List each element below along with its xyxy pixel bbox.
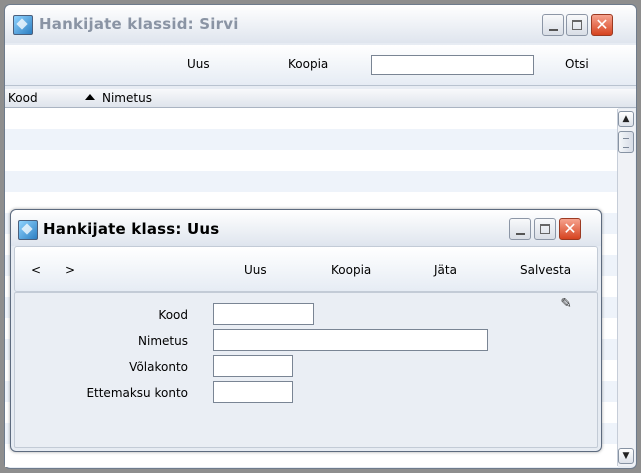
prepayment-account-label: Ettemaksu konto bbox=[86, 386, 188, 400]
app-window-icon bbox=[18, 220, 38, 240]
close-icon: ✕ bbox=[595, 15, 609, 34]
browse-window-titlebar[interactable]: Hankijate klassid: Sirvi ✕ bbox=[5, 5, 636, 43]
scroll-down-icon[interactable]: ▼ bbox=[618, 448, 634, 464]
list-row[interactable] bbox=[5, 171, 618, 192]
dialog-close-button[interactable]: ✕ bbox=[559, 218, 581, 240]
maximize-button[interactable] bbox=[566, 14, 588, 36]
maximize-icon bbox=[540, 224, 550, 234]
dialog-titlebar[interactable]: Hankijate klass: Uus ✕ bbox=[11, 210, 601, 246]
column-name[interactable]: Nimetus bbox=[102, 91, 152, 105]
scroll-thumb[interactable] bbox=[618, 131, 634, 153]
next-record-button[interactable]: > bbox=[65, 263, 75, 277]
dialog-title: Hankijate klass: Uus bbox=[43, 220, 220, 238]
record-dialog: Hankijate klass: Uus ✕ < > Uus Koopia Jä… bbox=[10, 209, 602, 452]
vertical-scrollbar[interactable]: ▲ ▼ bbox=[617, 109, 635, 466]
app-window-icon bbox=[13, 15, 33, 35]
list-row[interactable] bbox=[5, 129, 618, 150]
dialog-toolbar: < > Uus Koopia Jäta Salvesta bbox=[14, 246, 598, 292]
prepayment-account-field[interactable] bbox=[213, 381, 293, 403]
minimize-icon bbox=[549, 29, 558, 31]
copy-button[interactable]: Koopia bbox=[288, 57, 328, 71]
minimize-icon bbox=[516, 233, 525, 235]
code-label: Kood bbox=[158, 308, 188, 322]
browse-window-title: Hankijate klassid: Sirvi bbox=[39, 15, 239, 33]
browse-toolbar: Uus Koopia Otsi bbox=[5, 45, 636, 86]
previous-record-button[interactable]: < bbox=[31, 263, 41, 277]
save-button[interactable]: Salvesta bbox=[520, 263, 571, 277]
search-input[interactable] bbox=[371, 55, 534, 75]
debt-account-field[interactable] bbox=[213, 355, 293, 377]
close-icon: ✕ bbox=[563, 219, 577, 238]
debt-account-label: Võlakonto bbox=[129, 360, 188, 374]
list-row[interactable] bbox=[5, 150, 618, 171]
pin-icon[interactable]: ✏ bbox=[556, 294, 579, 317]
dialog-minimize-button[interactable] bbox=[509, 218, 531, 240]
code-field[interactable] bbox=[213, 303, 314, 325]
dialog-maximize-button[interactable] bbox=[534, 218, 556, 240]
column-code[interactable]: Kood bbox=[8, 91, 38, 105]
skip-button[interactable]: Jäta bbox=[434, 263, 457, 277]
new-button[interactable]: Uus bbox=[187, 57, 210, 71]
maximize-icon bbox=[572, 20, 582, 30]
list-row[interactable] bbox=[5, 108, 618, 129]
record-form: ✏ Kood Nimetus Võlakonto Ettemaksu konto bbox=[14, 292, 598, 448]
column-header: Kood Nimetus bbox=[5, 89, 636, 108]
minimize-button[interactable] bbox=[542, 14, 564, 36]
scroll-up-icon[interactable]: ▲ bbox=[618, 111, 634, 127]
close-button[interactable]: ✕ bbox=[591, 14, 613, 36]
new-button[interactable]: Uus bbox=[244, 263, 267, 277]
name-field[interactable] bbox=[213, 329, 488, 351]
search-button[interactable]: Otsi bbox=[565, 57, 589, 71]
copy-button[interactable]: Koopia bbox=[331, 263, 371, 277]
name-label: Nimetus bbox=[138, 334, 188, 348]
sort-ascending-icon bbox=[85, 94, 95, 100]
